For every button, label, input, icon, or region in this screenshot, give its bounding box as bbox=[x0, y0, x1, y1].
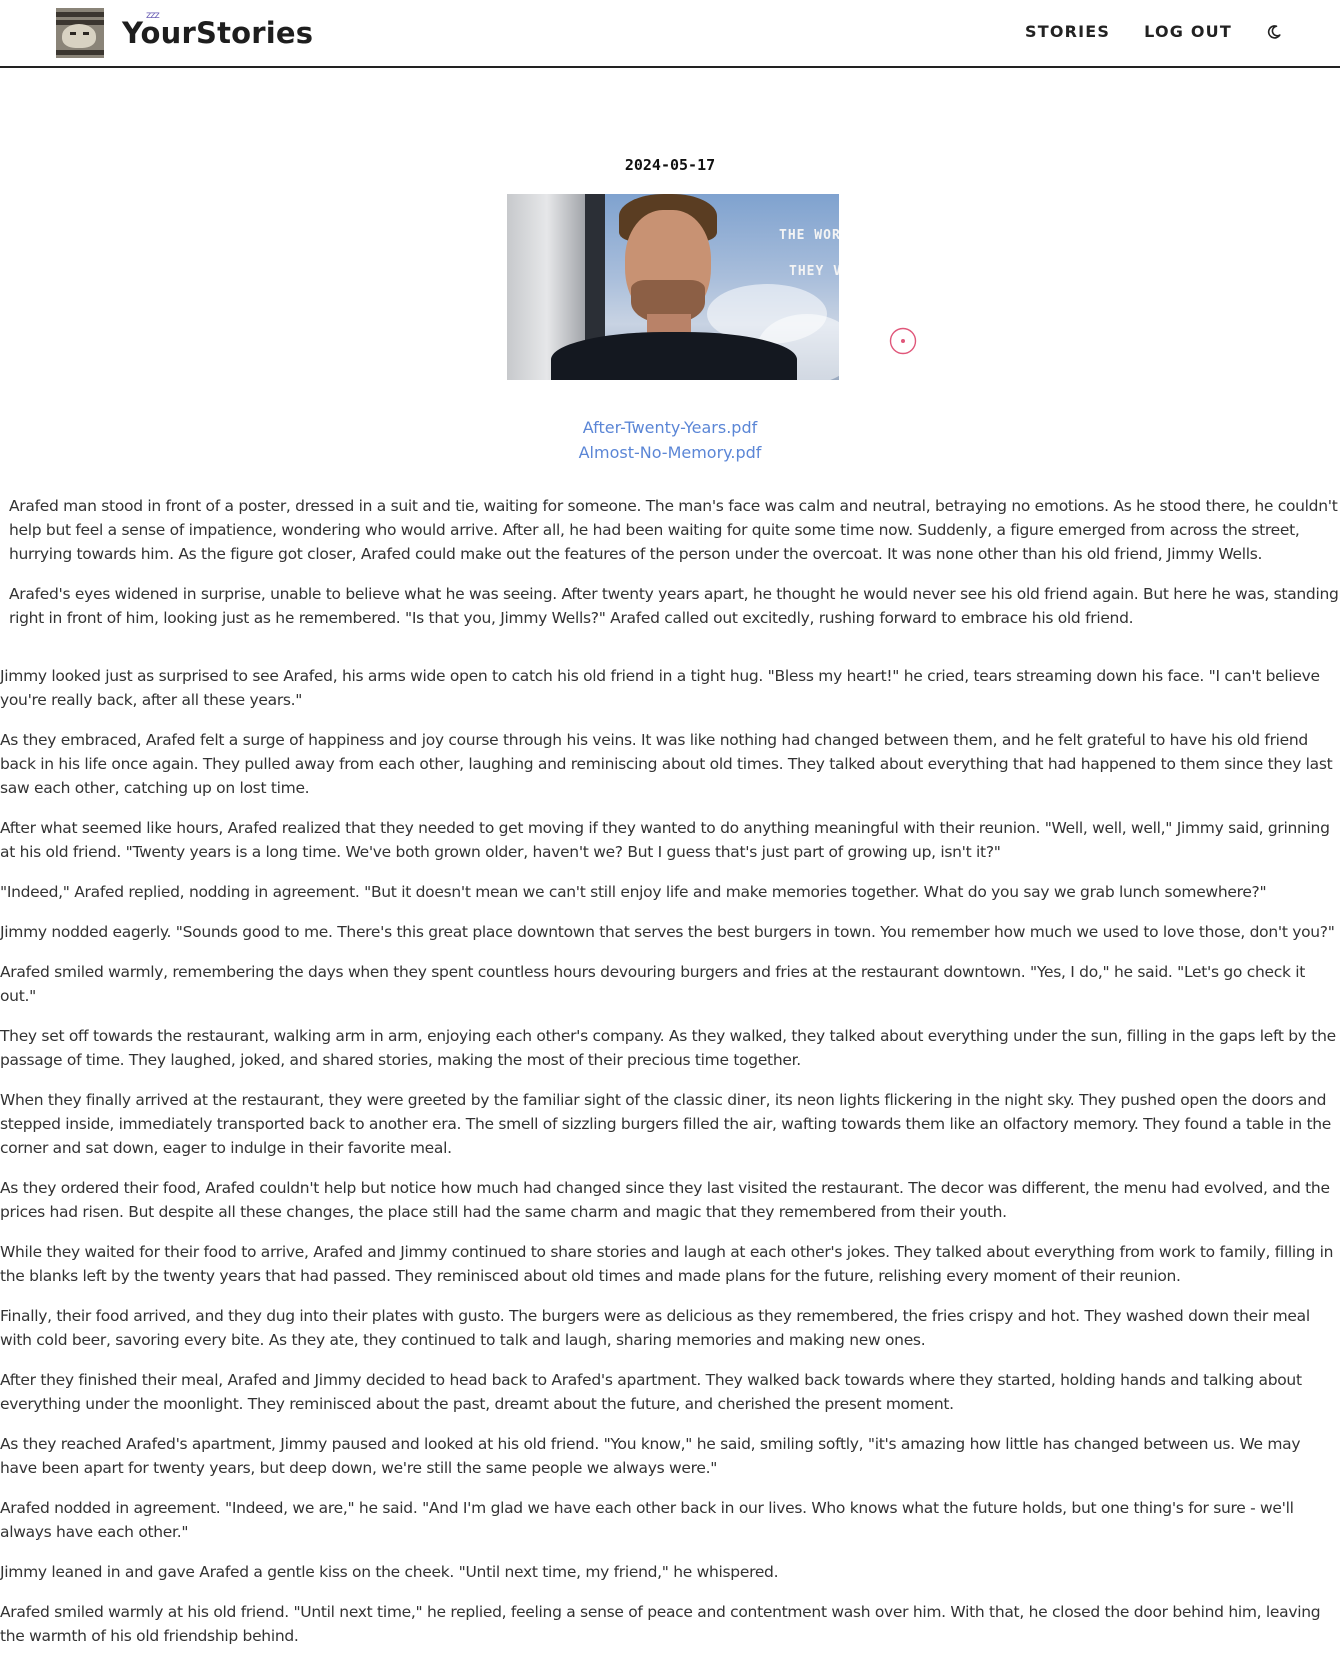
attachment-link[interactable]: After-Twenty-Years.pdf bbox=[0, 415, 1340, 440]
nav-stories-link[interactable]: STORIES bbox=[1025, 22, 1110, 41]
post-date: 2024-05-17 bbox=[624, 156, 716, 174]
story-paragraph: As they reached Arafed's apartment, Jimm… bbox=[0, 1435, 1301, 1477]
top-navbar: zzz YourStories STORIES LOG OUT bbox=[0, 0, 1340, 68]
story-paragraph: As they ordered their food, Arafed could… bbox=[0, 1179, 1330, 1221]
nav-logout-link[interactable]: LOG OUT bbox=[1144, 22, 1232, 41]
story-paragraph: Jimmy leaned in and gave Arafed a gentle… bbox=[0, 1563, 779, 1581]
story-body: Arafed man stood in front of a poster, d… bbox=[0, 494, 1340, 1664]
story-paragraph: Jimmy nodded eagerly. "Sounds good to me… bbox=[0, 923, 1335, 941]
attachment-link[interactable]: Almost-No-Memory.pdf bbox=[0, 440, 1340, 465]
story-paragraph: Arafed man stood in front of a poster, d… bbox=[9, 497, 1338, 563]
sleep-badge-icon: zzz bbox=[146, 10, 160, 21]
brand-home-link[interactable]: zzz YourStories bbox=[56, 8, 313, 58]
story-paragraph: Arafed smiled warmly, remembering the da… bbox=[0, 963, 1306, 1005]
photo-sign-text-1: THE WOR bbox=[779, 228, 839, 243]
story-photo: THE WOR THEY V bbox=[507, 194, 839, 380]
story-paragraph: When they finally arrived at the restaur… bbox=[0, 1091, 1332, 1157]
story-paragraph: While they waited for their food to arri… bbox=[0, 1243, 1334, 1285]
story-paragraph: Arafed smiled warmly at his old friend. … bbox=[0, 1603, 1321, 1645]
story-paragraph: "Indeed," Arafed replied, nodding in agr… bbox=[0, 883, 1267, 901]
attachment-list: After-Twenty-Years.pdf Almost-No-Memory.… bbox=[0, 415, 1340, 465]
story-paragraph: Arafed's eyes widened in surprise, unabl… bbox=[9, 585, 1339, 627]
brand-name: YourStories bbox=[122, 16, 314, 50]
nav-links: STORIES LOG OUT bbox=[991, 22, 1282, 41]
brand-logo-image bbox=[56, 8, 104, 58]
story-paragraph: After they finished their meal, Arafed a… bbox=[0, 1371, 1302, 1413]
story-paragraph: Arafed nodded in agreement. "Indeed, we … bbox=[0, 1499, 1294, 1541]
photo-sign-text-2: THEY V bbox=[789, 264, 839, 279]
story-paragraph: Finally, their food arrived, and they du… bbox=[0, 1307, 1310, 1349]
story-paragraph: They set off towards the restaurant, wal… bbox=[0, 1027, 1336, 1069]
moon-icon[interactable] bbox=[1266, 24, 1282, 40]
story-paragraph: After what seemed like hours, Arafed rea… bbox=[0, 819, 1330, 861]
story-paragraph: As they embraced, Arafed felt a surge of… bbox=[0, 731, 1333, 797]
record-target-icon[interactable] bbox=[889, 327, 917, 355]
story-paragraph: Jimmy looked just as surprised to see Ar… bbox=[0, 667, 1320, 709]
